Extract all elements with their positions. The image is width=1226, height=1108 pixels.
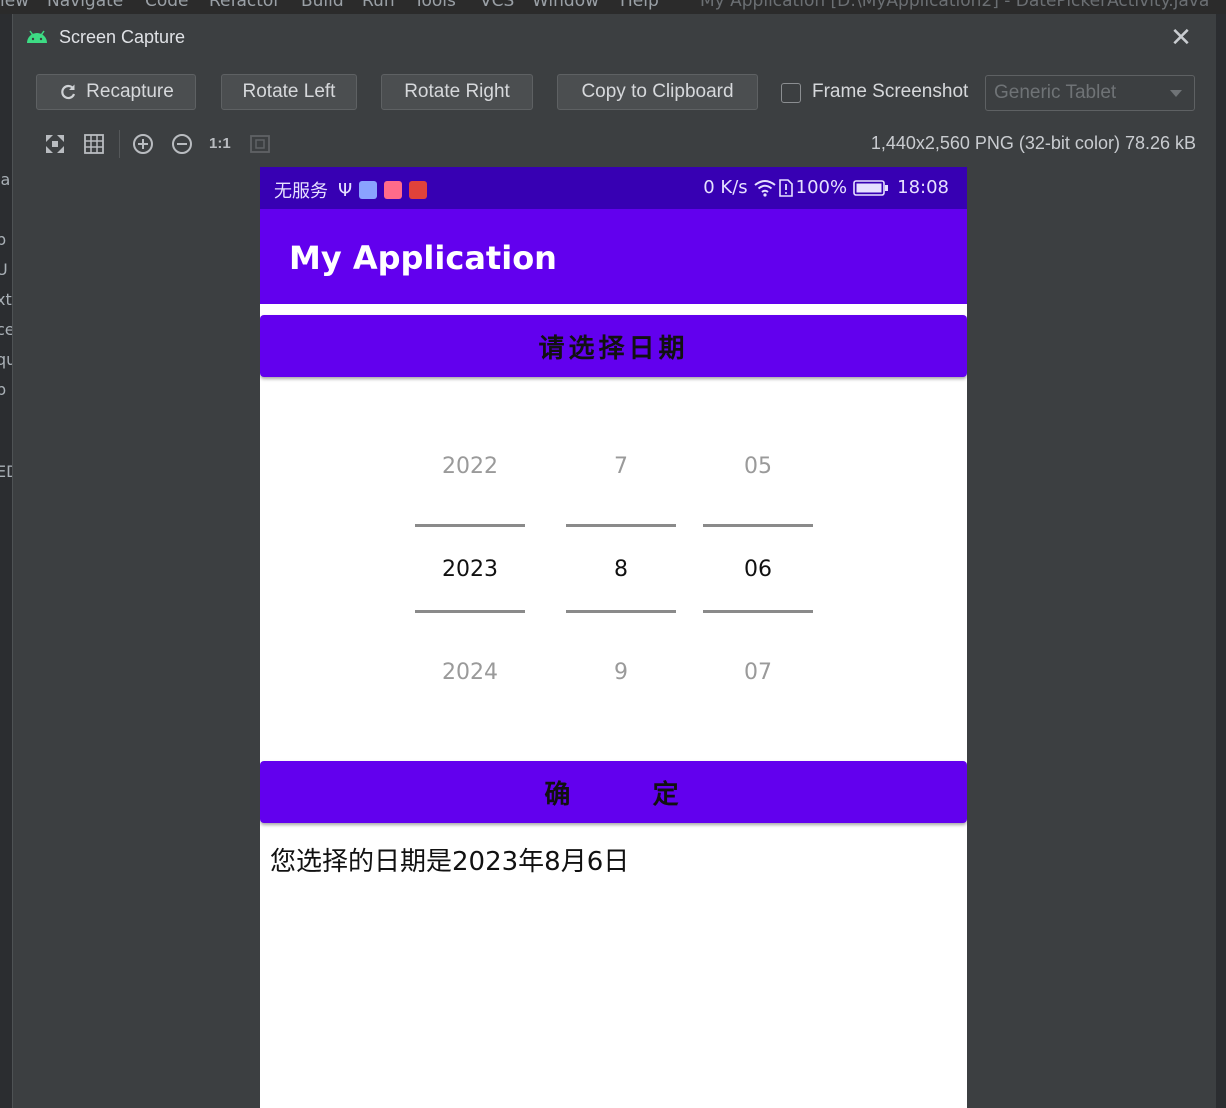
- dialog-title: Screen Capture: [59, 27, 186, 47]
- month-current[interactable]: 8: [566, 557, 676, 582]
- select-date-button[interactable]: 请选择日期: [260, 315, 967, 377]
- menu-refactor[interactable]: Refactor: [209, 0, 280, 11]
- month-next[interactable]: 9: [566, 660, 676, 685]
- picker-divider: [415, 524, 525, 527]
- menu-run[interactable]: Run: [362, 0, 395, 11]
- picker-divider: [415, 610, 525, 613]
- frame-screenshot-label: Frame Screenshot: [812, 81, 969, 102]
- recapture-label: Recapture: [86, 81, 174, 102]
- confirm-button[interactable]: 确 定: [260, 761, 967, 823]
- rotate-right-label: Rotate Right: [404, 81, 510, 102]
- copy-label: Copy to Clipboard: [581, 81, 734, 102]
- toolbar-separator: [119, 130, 120, 158]
- day-prev[interactable]: 05: [703, 454, 813, 479]
- project-fragment: qu: [0, 350, 12, 369]
- year-current[interactable]: 2023: [415, 557, 525, 582]
- project-fragment: p: [0, 380, 7, 399]
- chevron-down-icon: [1170, 90, 1182, 97]
- confirm-label: 确 定: [544, 779, 683, 810]
- ide-menubar: iew Navigate Code Refactor Build Run Too…: [0, 0, 1226, 14]
- app-bar: My Application: [260, 209, 967, 304]
- device-frame-select[interactable]: Generic Tablet: [985, 75, 1195, 111]
- project-fragment: la: [0, 170, 11, 189]
- selected-date-result: 您选择的日期是2023年8月6日: [270, 847, 630, 877]
- fit-window-icon[interactable]: [248, 132, 272, 156]
- menu-vcs[interactable]: VCS: [480, 0, 514, 11]
- ide-right-edge: [1216, 14, 1226, 1108]
- image-info: 1,440x2,560 PNG (32-bit color) 78.26 kB: [870, 133, 1196, 153]
- day-next[interactable]: 07: [703, 660, 813, 685]
- picker-divider: [566, 610, 676, 613]
- menu-navigate[interactable]: Navigate: [47, 0, 123, 11]
- menu-help[interactable]: Help: [620, 0, 659, 11]
- year-prev[interactable]: 2022: [415, 454, 525, 479]
- picker-divider: [703, 524, 813, 527]
- carrier-text: 无服务: [274, 181, 328, 202]
- menu-tools[interactable]: Tools: [414, 0, 456, 11]
- app-notification-icon: [359, 181, 378, 199]
- month-picker[interactable]: 7 8 9: [566, 434, 676, 714]
- grid-icon[interactable]: [82, 132, 106, 156]
- zoom-in-icon[interactable]: [131, 132, 155, 156]
- fit-screen-icon[interactable]: [43, 132, 67, 156]
- picker-divider: [566, 524, 676, 527]
- dialog-titlebar: Screen Capture ✕: [13, 14, 1216, 62]
- refresh-icon: [61, 84, 76, 100]
- network-speed: 0 K/s: [703, 177, 748, 198]
- battery-percent: 100%: [795, 177, 848, 198]
- menu-window[interactable]: Window: [532, 0, 599, 11]
- rotate-left-label: Rotate Left: [242, 81, 336, 102]
- select-date-label: 请选择日期: [538, 333, 689, 364]
- zoom-out-icon[interactable]: [170, 132, 194, 156]
- rotate-left-button[interactable]: Rotate Left: [221, 74, 357, 110]
- project-fragment: ce: [0, 320, 12, 339]
- month-prev[interactable]: 7: [566, 454, 676, 479]
- device-select-value: Generic Tablet: [994, 82, 1117, 103]
- menu-view[interactable]: iew: [0, 0, 29, 11]
- day-picker[interactable]: 05 06 07: [703, 434, 813, 714]
- sim-alert-icon: [778, 178, 793, 197]
- wifi-icon: [754, 179, 776, 197]
- app-notification-icon: [409, 181, 428, 199]
- battery-icon: [853, 179, 889, 196]
- project-fragment: xt: [0, 290, 12, 309]
- android-icon: [27, 30, 47, 43]
- frame-screenshot-checkbox[interactable]: [781, 83, 801, 103]
- rotate-right-button[interactable]: Rotate Right: [381, 74, 533, 110]
- ide-window-title: My Application [D:\MyApplication2] - Dat…: [700, 0, 1210, 11]
- project-fragment: p: [0, 230, 7, 249]
- app-title: My Application: [289, 239, 557, 277]
- ide-project-panel: la p U xt ce qu p ED: [0, 14, 12, 1108]
- close-icon[interactable]: ✕: [1169, 25, 1193, 51]
- project-fragment: ED: [0, 462, 12, 481]
- year-next[interactable]: 2024: [415, 660, 525, 685]
- copy-to-clipboard-button[interactable]: Copy to Clipboard: [557, 74, 758, 110]
- device-screenshot: 无服务 Ψ 0 K/s 100% 18:08 My Application 请选…: [260, 167, 967, 1108]
- status-time: 18:08: [897, 177, 949, 198]
- usb-icon: Ψ: [338, 179, 353, 201]
- map-notification-icon: [384, 181, 403, 199]
- year-picker[interactable]: 2022 2023 2024: [415, 434, 525, 714]
- status-bar: 无服务 Ψ 0 K/s 100% 18:08: [260, 167, 967, 209]
- project-fragment: U: [0, 260, 8, 279]
- recapture-button[interactable]: Recapture: [36, 74, 196, 110]
- actual-size-button[interactable]: 1:1: [209, 135, 233, 159]
- picker-divider: [703, 610, 813, 613]
- day-current[interactable]: 06: [703, 557, 813, 582]
- menu-code[interactable]: Code: [145, 0, 189, 11]
- menu-build[interactable]: Build: [301, 0, 344, 11]
